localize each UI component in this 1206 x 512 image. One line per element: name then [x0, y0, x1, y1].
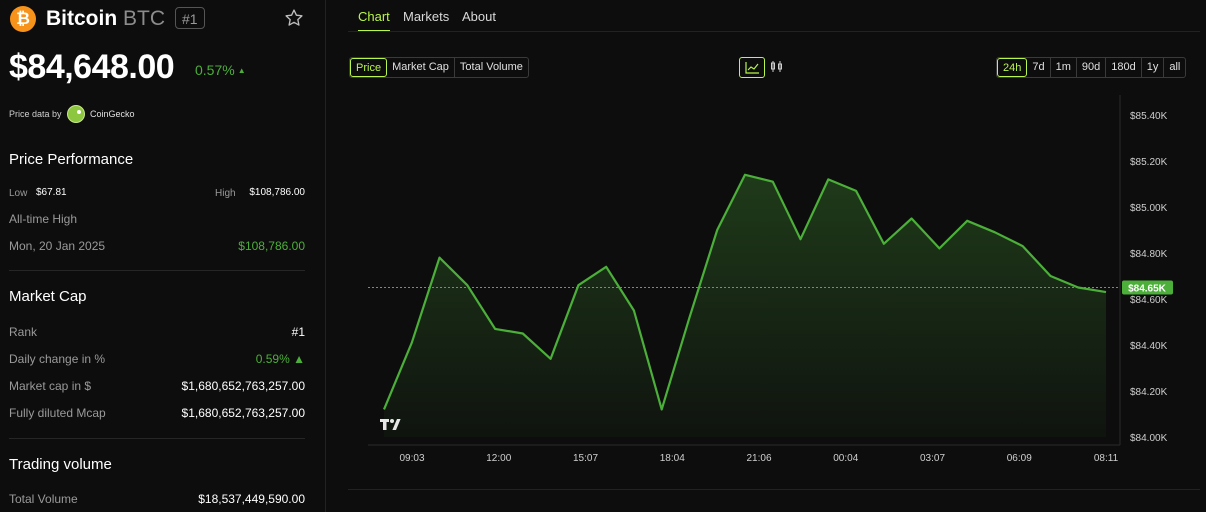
x-tick-label: 00:04 [833, 453, 858, 464]
y-tick-label: $85.20K [1130, 157, 1168, 168]
total-volume-value: $18,537,449,590.00 [198, 492, 305, 506]
star-icon[interactable] [284, 8, 304, 28]
low-value: $67.81 [36, 187, 67, 198]
metric-toggle: Price Market Cap Total Volume [349, 57, 529, 78]
price-data-label: Price data by [9, 109, 62, 119]
coingecko-logo-icon[interactable] [67, 105, 85, 123]
candlestick-icon [771, 61, 782, 72]
coin-symbol: BTC [123, 7, 165, 30]
price-chart[interactable]: $85.40K $85.20K $85.00K $84.80K $84.60K $84.4… [348, 95, 1200, 475]
high-label: High [215, 188, 236, 199]
daily-change-value: 0.59% ▲ [255, 352, 305, 366]
rank-badge: #1 [175, 7, 205, 29]
high-value: $108,786.00 [249, 187, 305, 198]
y-tick-label: $84.60K [1130, 295, 1168, 306]
x-tick-label: 06:09 [1007, 453, 1032, 464]
metric-total-volume-button[interactable]: Total Volume [455, 58, 528, 77]
price-performance-title: Price Performance [9, 151, 134, 168]
coin-info-panel: ₿ Bitcoin BTC #1 $84,648.00 0.57% ▲ Price… [0, 0, 316, 512]
range-1m-button[interactable]: 1m [1051, 58, 1077, 77]
y-tick-label: $84.80K [1130, 249, 1168, 260]
current-price: $84,648.00 [9, 48, 175, 86]
tab-about[interactable]: About [462, 9, 496, 24]
x-tick-label: 21:06 [746, 453, 771, 464]
y-tick-label: $85.40K [1130, 111, 1168, 122]
y-tick-label: $84.00K [1130, 433, 1168, 444]
total-volume-label: Total Volume [9, 492, 78, 506]
range-toggle: 24h 7d 1m 90d 180d 1y all [996, 57, 1187, 78]
price-change: 0.57% ▲ [195, 62, 246, 78]
tab-divider [348, 31, 1200, 32]
divider [9, 438, 305, 439]
ath-value: $108,786.00 [238, 239, 305, 253]
provider-name[interactable]: CoinGecko [90, 109, 135, 119]
x-axis: 09:03 12:00 15:07 18:04 21:06 00:04 03:07 06:09… [399, 453, 1118, 464]
x-tick-label: 09:03 [399, 453, 424, 464]
bitcoin-logo-icon: ₿ [10, 6, 36, 32]
ath-date: Mon, 20 Jan 2025 [9, 239, 106, 253]
range-24h-button[interactable]: 24h [997, 58, 1028, 77]
x-tick-label: 15:07 [573, 453, 598, 464]
chart-bottom-divider [348, 489, 1200, 490]
fdv-value: $1,680,652,763,257.00 [181, 406, 305, 420]
metric-market-cap-button[interactable]: Market Cap [387, 58, 455, 77]
market-cap-title: Market Cap [9, 288, 87, 305]
market-cap-label: Market cap in $ [9, 379, 92, 393]
rank-value: #1 [291, 325, 305, 339]
fdv-label: Fully diluted Mcap [9, 406, 106, 420]
x-tick-label: 08:11 [1094, 453, 1119, 464]
current-price-label: $84.65K [1122, 280, 1173, 295]
price-area-fill [384, 174, 1106, 438]
line-chart-icon [745, 62, 759, 74]
x-tick-label: 03:07 [920, 453, 945, 464]
x-tick-label: 12:00 [486, 453, 511, 464]
range-1y-button[interactable]: 1y [1142, 58, 1165, 77]
current-price-label-text: $84.65K [1128, 284, 1167, 295]
tab-chart[interactable]: Chart [358, 9, 390, 24]
trading-volume-title: Trading volume [9, 456, 112, 473]
ath-label: All-time High [9, 212, 78, 226]
y-tick-label: $84.40K [1130, 341, 1168, 352]
divider [9, 270, 305, 271]
range-180d-button[interactable]: 180d [1106, 58, 1142, 77]
range-7d-button[interactable]: 7d [1027, 58, 1051, 77]
price-change-value: 0.57% [195, 62, 235, 78]
range-90d-button[interactable]: 90d [1077, 58, 1107, 77]
up-arrow-icon: ▲ [237, 66, 246, 75]
line-chart-button[interactable] [739, 57, 765, 78]
daily-change-label: Daily change in % [9, 352, 106, 366]
y-tick-label: $84.20K [1130, 387, 1168, 398]
metric-price-button[interactable]: Price [350, 58, 388, 77]
range-all-button[interactable]: all [1164, 58, 1185, 77]
rank-label: Rank [9, 325, 38, 339]
panel-divider [325, 0, 326, 512]
market-cap-value: $1,680,652,763,257.00 [181, 379, 305, 393]
tab-markets[interactable]: Markets [403, 9, 449, 24]
coin-name: Bitcoin [46, 7, 118, 30]
y-tick-label: $85.00K [1130, 203, 1168, 214]
candlestick-button[interactable] [765, 57, 791, 78]
low-label: Low [9, 188, 28, 199]
x-tick-label: 18:04 [660, 453, 685, 464]
